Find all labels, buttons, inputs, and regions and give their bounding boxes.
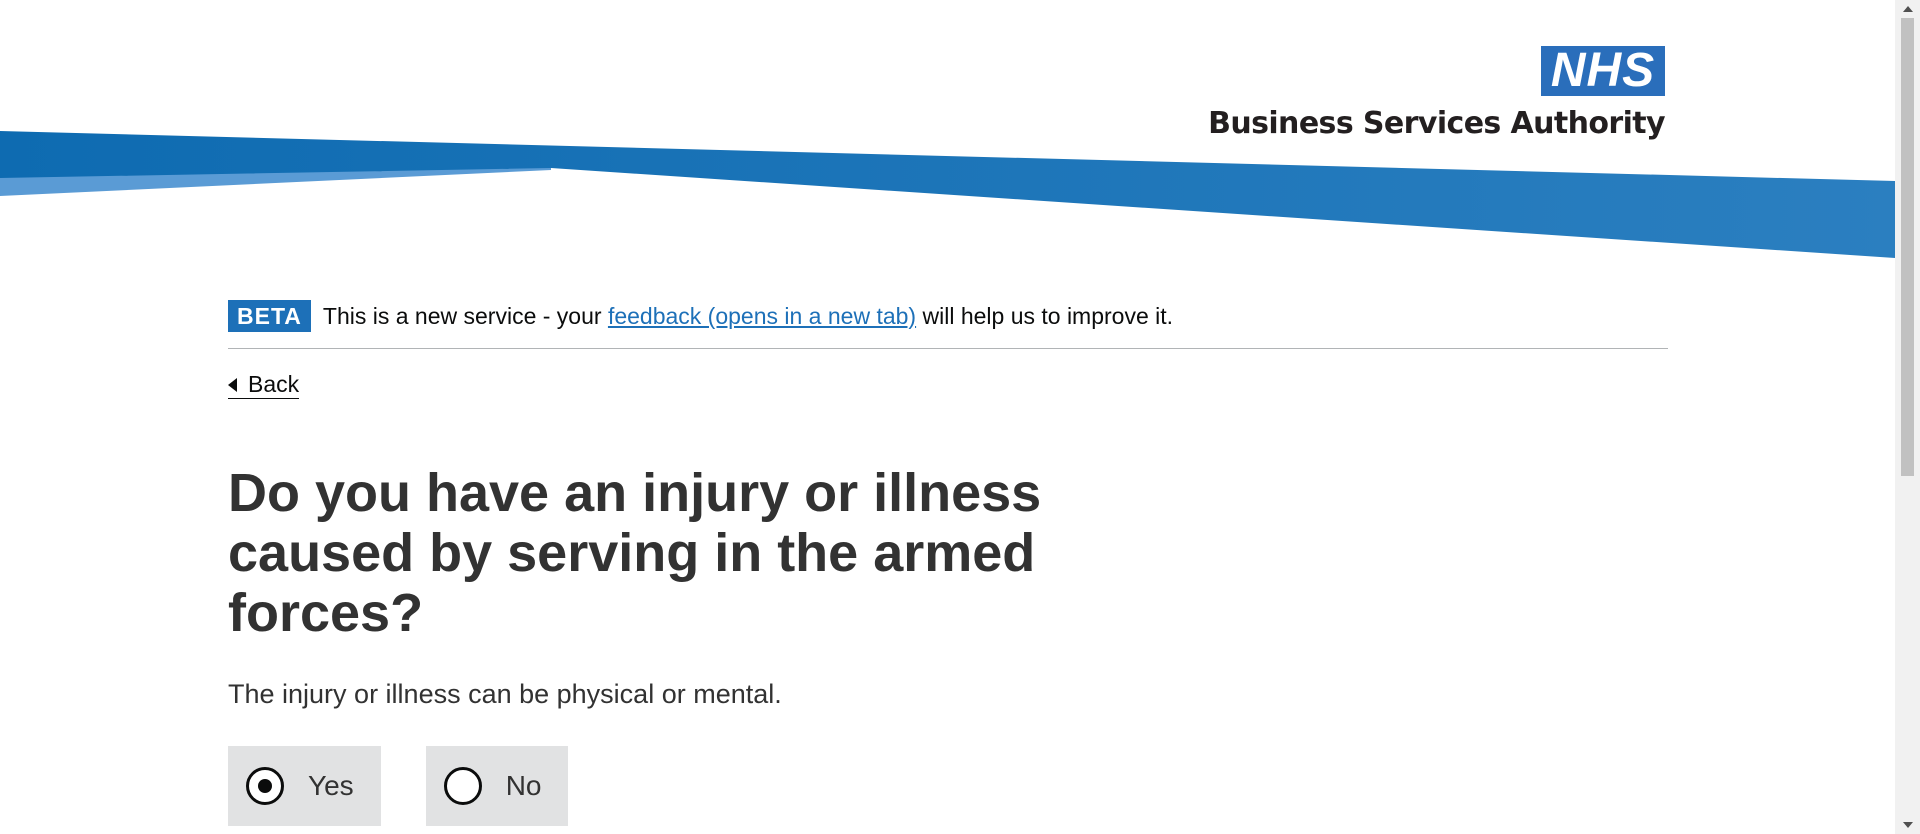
scroll-down-icon[interactable] [1903,822,1913,828]
phase-banner: BETA This is a new service - your feedba… [228,300,1668,349]
logo-org-name: Business Services Authority [1208,106,1666,141]
banner-dark-band [0,131,1895,258]
chevron-left-icon [228,378,237,392]
question-heading: Do you have an injury or illness caused … [228,463,1042,643]
page: NHS Business Services Authority BETA Thi… [0,0,1920,834]
phase-banner-text: This is a new service - your feedback (o… [323,303,1173,330]
back-link[interactable]: Back [228,371,300,399]
radio-yes-label: Yes [308,770,354,801]
radio-option-no[interactable]: No [425,746,569,826]
radio-yes-input[interactable] [246,767,284,805]
scrollbar-thumb[interactable] [1901,18,1914,476]
phase-text-after: will help us to improve it. [916,302,1174,329]
radio-option-yes[interactable]: Yes [228,746,381,826]
feedback-link[interactable]: feedback (opens in a new tab) [608,303,916,329]
question-hint: The injury or illness can be physical or… [228,679,782,709]
phase-text-before: This is a new service - your [322,302,608,329]
viewport: NHS Business Services Authority BETA Thi… [0,0,1895,834]
vertical-scrollbar[interactable] [1895,0,1920,834]
radio-no-label: No [505,770,542,801]
nhsbsa-logo[interactable]: NHS Business Services Authority [1208,46,1666,142]
radio-no-input[interactable] [443,767,482,805]
radio-group: Yes No [228,746,1668,826]
scroll-up-icon[interactable] [1903,6,1913,12]
nhs-logo-mark: NHS [1541,46,1665,96]
main-content: BETA This is a new service - your feedba… [228,300,1668,826]
beta-tag: BETA [228,300,311,332]
back-link-label: Back [248,371,300,397]
